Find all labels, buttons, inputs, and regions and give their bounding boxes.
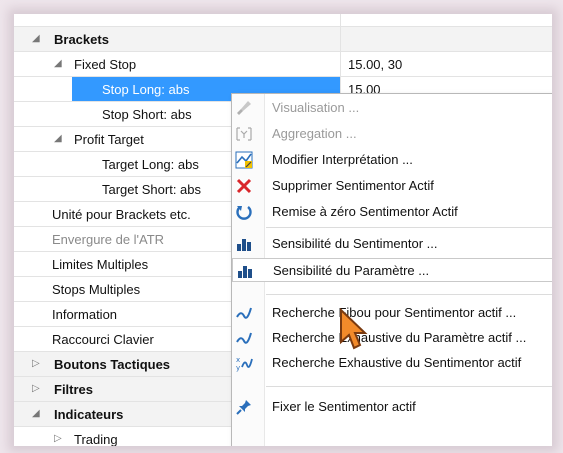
tree-row-label: Unité pour Brackets etc. [52,207,191,222]
menu-item-visualisation[interactable]: Visualisation ... [232,96,552,120]
tree-row-label: Filtres [54,382,94,397]
tree-row-label: Raccourci Clavier [52,332,154,347]
menu-item-label: Fixer le Sentimentor actif [272,399,416,414]
menu-item-recherche-parametre[interactable]: Recherche Exhaustive du Paramètre actif … [232,326,552,350]
menu-item-remise-a-zero[interactable]: Remise à zéro Sentimentor Actif [232,200,552,224]
collapse-icon[interactable]: ◢ [32,408,40,419]
menu-item-modifier-interpretation[interactable]: Modifier Interprétation ... [232,148,552,172]
menu-item-label: Remise à zéro Sentimentor Actif [272,204,458,219]
tree-row-label: Target Long: abs [102,157,199,172]
tree-row-label: Fixed Stop [74,57,137,72]
menu-item-label: Aggregation ... [272,126,357,141]
brush-icon [235,99,253,117]
expand-icon[interactable]: ▷ [54,433,62,444]
menu-item-label: Recherche Exhaustive du Paramètre actif … [272,330,527,345]
menu-item-recherche-sentimentor[interactable]: xy Recherche Exhaustive du Sentimentor a… [232,351,552,375]
tree-row-label: Trading [74,432,118,446]
menu-item-label: Modifier Interprétation ... [272,152,413,167]
collapse-icon[interactable]: ◢ [32,33,40,44]
tree-row-label: Limites Multiples [52,257,149,272]
delete-icon [235,177,253,195]
svg-text:y: y [236,364,240,372]
bar-chart-icon [235,235,253,253]
context-menu: Visualisation ... Aggregation ... Modifi… [231,93,552,446]
menu-item-recherche-fibou[interactable]: Recherche Fibou pour Sentimentor actif .… [232,301,552,325]
menu-item-supprimer-sentimentor[interactable]: Supprimer Sentimentor Actif [232,174,552,198]
menu-item-label: Sensibilité du Paramètre ... [273,263,430,278]
tree-row-label: Profit Target [74,132,144,147]
tree-row-value[interactable]: 15.00, 30 [348,57,402,72]
tree-row-label: Brackets [54,32,109,47]
menu-separator [266,294,552,295]
menu-separator [266,386,552,387]
expand-icon[interactable]: ▷ [32,358,40,369]
tree-row-label: Stops Multiples [52,282,141,297]
menu-separator [266,227,552,228]
svg-text:x: x [236,356,240,364]
bar-chart-icon [236,262,254,280]
menu-item-sensibilite-parametre[interactable]: Sensibilité du Paramètre ... [232,258,552,282]
menu-item-label: Sensibilité du Sentimentor ... [272,236,438,251]
menu-item-label: Recherche Fibou pour Sentimentor actif .… [272,305,517,320]
interpretation-icon [235,151,253,169]
tree-row-label: Envergure de l'ATR [52,232,165,247]
xy-curve-icon: xy [235,354,253,372]
tree-row-brackets[interactable]: ◢ Brackets [14,27,552,52]
tree-row-fixed-stop[interactable]: ◢ Fixed Stop 15.00, 30 [14,52,552,77]
tree-row-label: Target Short: abs [102,182,201,197]
tree-row-label: Indicateurs [54,407,124,422]
menu-item-label: Recherche Exhaustive du Sentimentor acti… [272,355,522,370]
tree-row-label: Information [52,307,118,322]
aggregation-icon [235,125,253,143]
mouse-cursor-icon [340,308,368,350]
tree-row-label: Stop Short: abs [102,107,192,122]
menu-item-label: Supprimer Sentimentor Actif [272,178,434,193]
menu-item-label: Visualisation ... [272,100,360,115]
menu-item-fixer-sentimentor[interactable]: Fixer le Sentimentor actif [232,395,552,419]
collapse-icon[interactable]: ◢ [54,133,62,144]
pin-icon [235,398,253,416]
tree-row-label: Boutons Tactiques [54,357,171,372]
menu-item-aggregation[interactable]: Aggregation ... [232,122,552,146]
check-curve-icon [235,329,253,347]
window: ◢ Brackets ◢ Fixed Stop 15.00, 30 Stop L… [14,14,552,446]
reset-icon [235,203,253,221]
partial-row [14,14,552,27]
menu-item-sensibilite-sentimentor[interactable]: Sensibilité du Sentimentor ... [232,232,552,256]
check-curve-icon [235,304,253,322]
collapse-icon[interactable]: ◢ [54,58,62,69]
expand-icon[interactable]: ▷ [32,383,40,394]
tree-row-label: Stop Long: abs [102,82,190,97]
